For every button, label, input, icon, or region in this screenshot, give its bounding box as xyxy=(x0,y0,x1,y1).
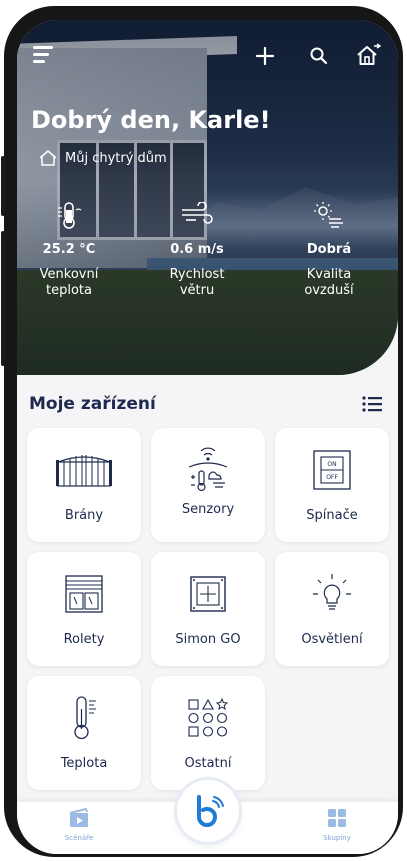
plus-icon[interactable] xyxy=(255,46,275,66)
phone-frame: Dobrý den, Karle! Můj chytrý dům 25.2 °C… xyxy=(1,6,403,857)
nav-label: Scénáře xyxy=(64,834,94,842)
stat-wind-speed: 0.6 m/s Rychlost větru xyxy=(147,200,247,299)
gate-icon xyxy=(56,455,112,487)
section-title: Moje zařízení xyxy=(29,394,156,414)
shapes-icon xyxy=(188,697,229,737)
wind-icon xyxy=(182,202,213,224)
stat-label: Venkovní teplota xyxy=(39,267,99,298)
house-icon xyxy=(39,150,57,166)
home-switch-icon[interactable] xyxy=(355,43,381,67)
switch-on-text: ON xyxy=(327,461,336,468)
stat-value: 25.2 °C xyxy=(42,242,96,257)
stat-label: Rychlost větru xyxy=(169,267,225,298)
tile-label: Osvětlení xyxy=(301,632,363,647)
tile-label: Senzory xyxy=(181,502,235,517)
device-tile-temperature[interactable]: Teplota xyxy=(27,676,141,790)
simon-go-icon xyxy=(190,576,226,612)
grid-icon xyxy=(328,809,346,827)
center-action-button[interactable] xyxy=(177,780,239,842)
tile-label: Rolety xyxy=(63,632,105,647)
thermometer-icon xyxy=(74,696,96,740)
device-tile-other[interactable]: Ostatní xyxy=(151,676,265,790)
scenes-icon xyxy=(69,807,88,827)
device-tile-switches[interactable]: ON OFF Spínače xyxy=(275,428,389,542)
device-tile-simon-go[interactable]: Simon GO xyxy=(151,552,265,666)
search-icon[interactable] xyxy=(309,46,329,66)
device-tile-lighting[interactable]: Osvětlení xyxy=(275,552,389,666)
stat-label: Kvalita ovzduší xyxy=(304,267,354,298)
nav-scenes[interactable]: Scénáře xyxy=(39,807,119,842)
screen: Dobrý den, Karle! Můj chytrý dům 25.2 °C… xyxy=(17,20,398,854)
tile-label: Brány xyxy=(64,508,104,523)
side-button xyxy=(1,306,5,366)
menu-icon[interactable] xyxy=(33,46,55,64)
sensors-icon xyxy=(188,447,228,492)
stat-value: Dobrá xyxy=(306,242,352,257)
top-bar xyxy=(17,42,398,72)
stat-value: 0.6 m/s xyxy=(170,242,224,257)
nav-groups[interactable]: Skupiny xyxy=(297,808,377,842)
thermometer-icon xyxy=(58,202,82,229)
side-button xyxy=(1,156,5,216)
hero-banner: Dobrý den, Karle! Můj chytrý dům 25.2 °C… xyxy=(17,20,398,375)
air-quality-icon xyxy=(314,202,343,228)
tile-label: Spínače xyxy=(306,508,358,523)
nav-label: Skupiny xyxy=(323,834,351,842)
stat-air-quality: Dobrá Kvalita ovzduší xyxy=(279,200,379,299)
blinds-icon xyxy=(65,575,103,613)
tile-label: Ostatní xyxy=(184,756,232,771)
switch-off-text: OFF xyxy=(326,474,338,481)
device-tile-sensors[interactable]: Senzory xyxy=(151,428,265,542)
tile-label: Simon GO xyxy=(175,632,241,647)
light-bulb-icon xyxy=(313,574,351,610)
device-tile-gates[interactable]: Brány xyxy=(27,428,141,542)
list-view-icon[interactable] xyxy=(362,396,382,412)
device-tile-blinds[interactable]: Rolety xyxy=(27,552,141,666)
tile-label: Teplota xyxy=(60,756,108,771)
switch-icon: ON OFF xyxy=(313,450,351,490)
hero-overlay xyxy=(17,20,398,375)
simon-logo-icon xyxy=(197,795,224,827)
greeting-title: Dobrý den, Karle! xyxy=(31,106,271,134)
stat-outdoor-temperature: 25.2 °C Venkovní teplota xyxy=(19,200,119,299)
home-name: Můj chytrý dům xyxy=(65,150,167,166)
home-selector[interactable]: Můj chytrý dům xyxy=(39,150,167,166)
